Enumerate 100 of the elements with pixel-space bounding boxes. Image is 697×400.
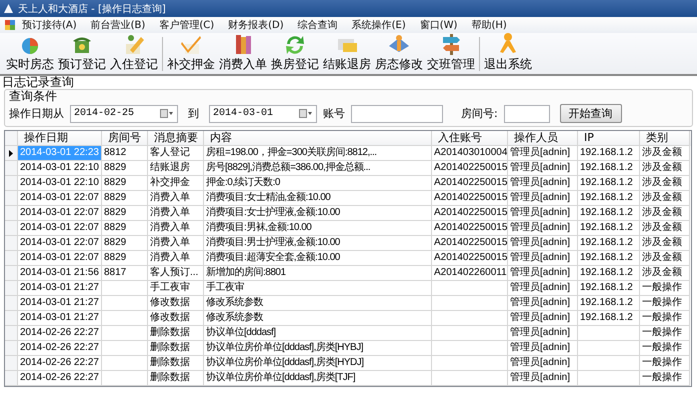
table-cell: 一般操作 bbox=[640, 326, 690, 341]
table-cell: 一般操作 bbox=[640, 341, 690, 356]
toolbar-button[interactable]: 交班管理 bbox=[425, 32, 477, 74]
table-cell: 消费入单 bbox=[148, 236, 204, 251]
toolbar-button[interactable]: 实时房态 bbox=[4, 32, 56, 74]
room-input[interactable] bbox=[504, 104, 550, 122]
table-cell: 一般操作 bbox=[640, 356, 690, 371]
table-cell: 192.168.1.2 bbox=[578, 146, 640, 161]
menu-item[interactable]: 综合查询 bbox=[298, 18, 338, 32]
table-cell: 房租=198.00，押金=300关联房间:8812,... bbox=[204, 146, 432, 161]
table-cell bbox=[102, 326, 148, 341]
column-header[interactable]: IP bbox=[578, 131, 640, 146]
table-cell: 192.168.1.2 bbox=[578, 236, 640, 251]
table-cell: 消费入单 bbox=[148, 251, 204, 266]
toolbar-button[interactable]: 预订登记 bbox=[56, 32, 108, 74]
table-cell: 2014-03-01 21:27 bbox=[18, 281, 102, 296]
column-header[interactable]: 内容 bbox=[204, 131, 432, 146]
table-cell: 管理员[adnin] bbox=[508, 206, 578, 221]
toolbar-button[interactable]: 退出系统 bbox=[482, 32, 534, 74]
column-header[interactable]: 操作人员 bbox=[508, 131, 578, 146]
menu-item[interactable]: 客户管理(C) bbox=[159, 18, 214, 32]
table-cell: 手工夜审 bbox=[148, 281, 204, 296]
account-input[interactable] bbox=[351, 104, 443, 122]
table-cell: 8829 bbox=[102, 191, 148, 206]
toolbar-button[interactable]: 房态修改 bbox=[373, 32, 425, 74]
column-header[interactable]: 消息摘要 bbox=[148, 131, 204, 146]
table-cell: 房号[8829],消费总额=386.00,押金总额... bbox=[204, 161, 432, 176]
column-header[interactable]: 房间号 bbox=[102, 131, 148, 146]
menu-item[interactable]: 帮助(H) bbox=[471, 18, 507, 32]
table-cell bbox=[102, 341, 148, 356]
menu-item[interactable]: 系统操作(E) bbox=[352, 18, 406, 32]
window-title: 天上人和大酒店 - [操作日志查询] bbox=[18, 2, 166, 16]
toolbar-button[interactable]: 换房登记 bbox=[269, 32, 321, 74]
date-picker[interactable]: 2014-03-01 bbox=[209, 104, 317, 122]
table-cell: 8817 bbox=[102, 266, 148, 281]
table-cell: 管理员[adnin] bbox=[508, 296, 578, 311]
table-cell: A201402250015 bbox=[432, 176, 508, 191]
column-header[interactable]: 类别 bbox=[640, 131, 690, 146]
table-cell: 涉及金额 bbox=[640, 236, 690, 251]
calendar-dropdown-icon bbox=[160, 109, 174, 118]
table-cell: 2014-03-01 22:23 bbox=[18, 146, 102, 161]
table-cell: 消费项目:女士精油,金额:10.00 bbox=[204, 191, 432, 206]
menu-item[interactable]: 财务报表(D) bbox=[228, 18, 284, 32]
table-cell: A201402250015 bbox=[432, 236, 508, 251]
table-cell: 涉及金额 bbox=[640, 161, 690, 176]
table-cell: 一般操作 bbox=[640, 281, 690, 296]
table-cell: 8829 bbox=[102, 251, 148, 266]
table-cell: 客人预订... bbox=[148, 266, 204, 281]
table-cell: 管理员[adnin] bbox=[508, 266, 578, 281]
table-cell: 2014-03-01 22:07 bbox=[18, 191, 102, 206]
current-row-icon bbox=[9, 150, 13, 156]
table-cell: 管理员[adnin] bbox=[508, 311, 578, 326]
table-cell: 协议单位房价单位[dddasf],房类[HYDJ] bbox=[204, 356, 432, 371]
table-cell: 2014-03-01 21:27 bbox=[18, 296, 102, 311]
table-cell: 192.168.1.2 bbox=[578, 266, 640, 281]
table-cell: 删除数据 bbox=[148, 371, 204, 386]
calendar-dropdown-icon bbox=[299, 109, 313, 118]
menu-item[interactable]: 前台营业(B) bbox=[90, 18, 146, 32]
table-cell: 2014-03-01 22:10 bbox=[18, 161, 102, 176]
row-header[interactable] bbox=[5, 146, 18, 161]
date-from-label: 操作日期从 bbox=[9, 106, 64, 121]
table-cell: 管理员[adnin] bbox=[508, 326, 578, 341]
menu-item[interactable]: 预订接待(A) bbox=[22, 18, 77, 32]
table-cell: 8829 bbox=[102, 161, 148, 176]
table-cell: 2014-03-01 22:10 bbox=[18, 176, 102, 191]
table-cell: 修改系统参数 bbox=[204, 311, 432, 326]
table-cell: 删除数据 bbox=[148, 326, 204, 341]
table-cell bbox=[102, 281, 148, 296]
column-header[interactable]: 入住账号 bbox=[432, 131, 508, 146]
toolbar-button[interactable]: 入住登记 bbox=[108, 32, 160, 74]
toolbar-button[interactable]: 补交押金 bbox=[165, 32, 217, 74]
table-cell: 手工夜审 bbox=[204, 281, 432, 296]
table-cell: 2014-03-01 22:07 bbox=[18, 206, 102, 221]
table-cell: 8829 bbox=[102, 236, 148, 251]
table-cell bbox=[578, 326, 640, 341]
table-cell: 押金:0,续订天数:0 bbox=[204, 176, 432, 191]
table-cell: 管理员[adnin] bbox=[508, 191, 578, 206]
toolbar-button[interactable]: 结账退房 bbox=[321, 32, 373, 74]
window-menu-icon[interactable] bbox=[4, 19, 16, 31]
table-cell: A201402260011 bbox=[432, 266, 508, 281]
table-cell: 管理员[adnin] bbox=[508, 176, 578, 191]
menu-item[interactable]: 窗口(W) bbox=[420, 18, 458, 32]
search-button[interactable]: 开始查询 bbox=[560, 104, 622, 123]
table-cell: 2014-03-01 22:07 bbox=[18, 251, 102, 266]
table-cell bbox=[102, 311, 148, 326]
table-cell: 192.168.1.2 bbox=[578, 161, 640, 176]
table-cell: 8829 bbox=[102, 176, 148, 191]
table-cell: A201402250015 bbox=[432, 221, 508, 236]
table-cell bbox=[578, 356, 640, 371]
room-label: 房间号: bbox=[461, 106, 498, 121]
table-cell: 管理员[adnin] bbox=[508, 161, 578, 176]
table-cell: 消费项目:女士护理液,金额:10.00 bbox=[204, 206, 432, 221]
table-cell: 修改数据 bbox=[148, 311, 204, 326]
table-cell: 192.168.1.2 bbox=[578, 176, 640, 191]
table-cell: 2014-02-26 22:27 bbox=[18, 356, 102, 371]
table-cell: 协议单位[dddasf] bbox=[204, 326, 432, 341]
toolbar-button[interactable]: 消费入单 bbox=[217, 32, 269, 74]
date-picker[interactable]: 2014-02-25 bbox=[70, 104, 178, 122]
table-cell: 新增加的房间:8801 bbox=[204, 266, 432, 281]
panel-title: 日志记录查询 bbox=[2, 76, 75, 89]
